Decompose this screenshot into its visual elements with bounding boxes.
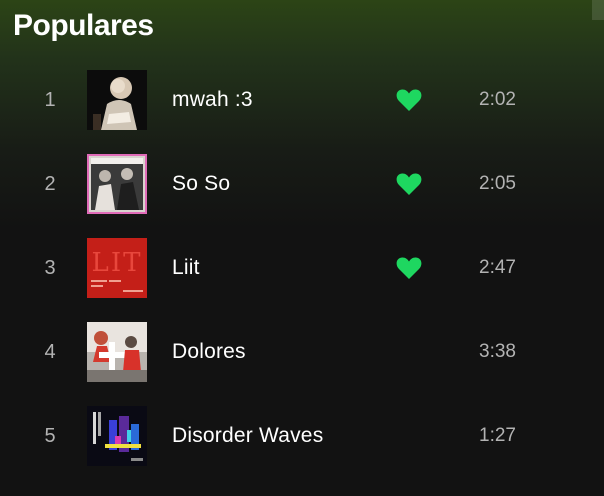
track-cover-art[interactable] <box>87 406 147 466</box>
track-row[interactable]: 2 So So 2:05 <box>0 142 604 226</box>
track-cover-art[interactable] <box>87 70 147 130</box>
track-row[interactable]: 4 Dolores 3:38 <box>0 310 604 394</box>
track-title[interactable]: So So <box>172 142 230 226</box>
track-number: 1 <box>44 89 56 111</box>
popular-tracklist: 1 mwah :3 2:02 2 So So 2:05 3 LIT Liit 2… <box>0 58 604 478</box>
track-number: 3 <box>44 257 56 279</box>
track-number: 4 <box>44 341 56 363</box>
track-cover-art[interactable]: LIT <box>87 238 147 298</box>
cover-art-text: LIT <box>92 248 143 278</box>
track-duration: 2:02 <box>479 89 516 110</box>
track-number: 5 <box>44 425 56 447</box>
track-row[interactable]: 5 Disorder Waves 1:27 <box>0 394 604 478</box>
track-title[interactable]: mwah :3 <box>172 58 253 142</box>
section-title: Populares <box>13 9 154 42</box>
track-title[interactable]: Dolores <box>172 310 246 394</box>
scrollbar-thumb[interactable] <box>592 0 604 20</box>
track-title[interactable]: Liit <box>172 226 200 310</box>
heart-filled-icon[interactable] <box>396 88 422 112</box>
heart-filled-icon[interactable] <box>396 256 422 280</box>
track-duration: 1:27 <box>479 425 516 446</box>
track-duration: 3:38 <box>479 341 516 362</box>
track-duration: 2:47 <box>479 257 516 278</box>
track-duration: 2:05 <box>479 173 516 194</box>
track-title[interactable]: Disorder Waves <box>172 394 323 478</box>
track-cover-art[interactable] <box>87 154 147 214</box>
track-cover-art[interactable] <box>87 322 147 382</box>
track-row[interactable]: 3 LIT Liit 2:47 <box>0 226 604 310</box>
track-row[interactable]: 1 mwah :3 2:02 <box>0 58 604 142</box>
heart-filled-icon[interactable] <box>396 172 422 196</box>
track-number: 2 <box>44 173 56 195</box>
